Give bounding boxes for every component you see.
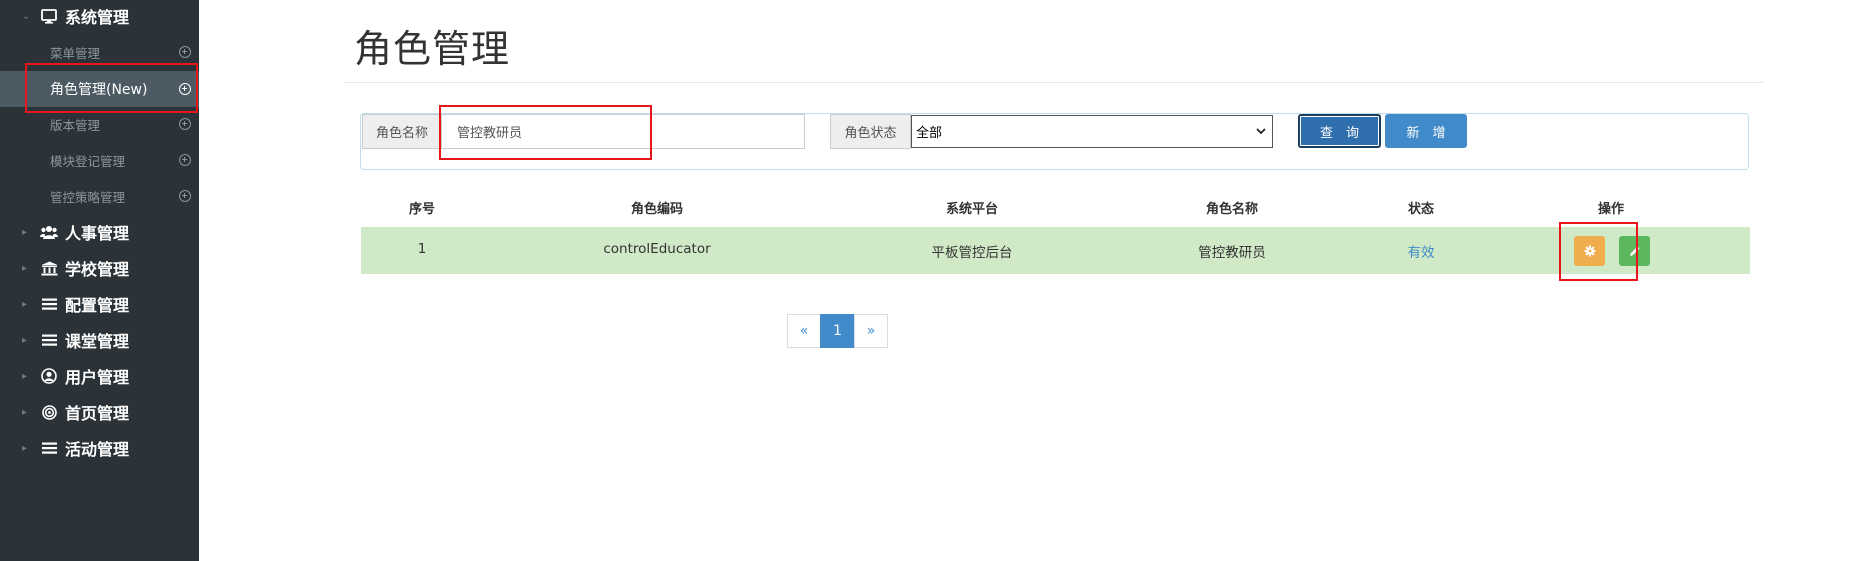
nav-group-label: 活动管理 xyxy=(65,440,130,459)
chevron-right-icon: ▸ xyxy=(22,226,28,238)
nav-group-label: 系统管理 xyxy=(65,8,130,27)
chevron-right-icon: ▸ xyxy=(22,370,28,382)
role-name-input[interactable]: 管控教研员 xyxy=(441,114,805,149)
list-icon xyxy=(40,298,58,310)
page-title: 角色管理 xyxy=(354,27,511,71)
sidebar-item-menu[interactable]: 菜单管理 xyxy=(0,34,199,70)
pagination-page-1[interactable]: 1 xyxy=(820,314,855,348)
pagination-next[interactable]: » xyxy=(854,314,888,348)
chevron-right-icon: ▸ xyxy=(22,442,28,454)
title-divider xyxy=(344,82,1764,83)
settings-button[interactable] xyxy=(1574,236,1605,266)
cell-platform: 平板管控后台 xyxy=(931,245,1013,261)
nav-group-system[interactable]: ⌄ 系统管理 xyxy=(0,0,199,34)
cell-code: controlEducator xyxy=(603,241,711,257)
nav-group-config[interactable]: ▸ 配置管理 xyxy=(0,286,199,322)
plus-circle-icon xyxy=(179,46,191,58)
column-header-platform: 系统平台 xyxy=(945,202,998,217)
query-button[interactable]: 查 询 xyxy=(1298,114,1381,148)
table-row xyxy=(361,227,1750,274)
gear-icon xyxy=(1584,245,1595,257)
plus-circle-icon xyxy=(179,118,191,130)
pagination-prev[interactable]: « xyxy=(787,314,821,348)
sidebar-item-label: 角色管理(New) xyxy=(50,82,148,98)
role-status-label: 角色状态 xyxy=(830,114,911,149)
plus-circle-icon xyxy=(179,190,191,202)
bullseye-icon xyxy=(40,404,58,420)
pencil-icon xyxy=(1629,246,1639,256)
nav-group-users[interactable]: ▸ 用户管理 xyxy=(0,358,199,394)
cell-status-link[interactable]: 有效 xyxy=(1391,241,1451,261)
nav-group-personnel[interactable]: ▸ 人事管理 xyxy=(0,214,199,250)
chevron-right-icon: ▸ xyxy=(22,406,28,418)
nav-group-label: 配置管理 xyxy=(65,296,130,315)
column-header-index: 序号 xyxy=(408,202,435,217)
chevron-down-icon xyxy=(1256,128,1266,135)
cell-name: 管控教研员 xyxy=(1198,245,1266,261)
chevron-right-icon: ▸ xyxy=(22,298,28,310)
chevron-down-icon: ⌄ xyxy=(22,10,31,22)
add-button[interactable]: 新 增 xyxy=(1385,114,1467,148)
nav-group-label: 首页管理 xyxy=(65,404,130,423)
column-header-actions: 操作 xyxy=(1597,202,1624,217)
nav-group-school[interactable]: ▸ 学校管理 xyxy=(0,250,199,286)
nav-group-label: 课堂管理 xyxy=(65,332,130,351)
nav-group-label: 学校管理 xyxy=(65,260,130,279)
institution-icon xyxy=(40,261,58,276)
sidebar-item-label: 管控策略管理 xyxy=(50,189,126,205)
plus-circle-icon xyxy=(179,83,191,95)
role-status-select[interactable]: 全部 xyxy=(911,115,1273,148)
sidebar-item-version[interactable]: 版本管理 xyxy=(0,106,199,142)
role-status-selected: 全部 xyxy=(916,126,943,141)
sidebar-item-label: 版本管理 xyxy=(50,117,101,133)
chevron-right-icon: ▸ xyxy=(22,262,28,274)
nav-group-homepage[interactable]: ▸ 首页管理 xyxy=(0,394,199,430)
column-header-name: 角色名称 xyxy=(1205,202,1258,217)
column-header-code: 角色编码 xyxy=(630,202,683,217)
sidebar-item-module-registration[interactable]: 模块登记管理 xyxy=(0,142,199,178)
sidebar-item-label: 模块登记管理 xyxy=(50,153,126,169)
edit-button[interactable] xyxy=(1619,236,1650,266)
sidebar-item-role[interactable]: 角色管理(New) xyxy=(0,71,199,107)
nav-group-classroom[interactable]: ▸ 课堂管理 xyxy=(0,322,199,358)
role-name-label: 角色名称 xyxy=(362,114,442,149)
cell-index: 1 xyxy=(417,241,427,257)
nav-group-label: 用户管理 xyxy=(65,368,130,387)
column-header-status: 状态 xyxy=(1407,202,1434,217)
monitor-icon xyxy=(40,8,58,24)
users-icon xyxy=(40,225,58,239)
list-icon xyxy=(40,334,58,346)
nav-group-label: 人事管理 xyxy=(65,224,130,243)
sidebar: ⌄ 系统管理 菜单管理 角色管理(New) 版本管理 模块登记管理 管控策略管理 xyxy=(0,0,199,561)
sidebar-item-label: 菜单管理 xyxy=(50,45,101,61)
nav-group-activity[interactable]: ▸ 活动管理 xyxy=(0,430,199,466)
user-circle-icon xyxy=(40,368,58,384)
plus-circle-icon xyxy=(179,154,191,166)
list-icon xyxy=(40,442,58,454)
chevron-right-icon: ▸ xyxy=(22,334,28,346)
sidebar-item-control-policy[interactable]: 管控策略管理 xyxy=(0,178,199,214)
